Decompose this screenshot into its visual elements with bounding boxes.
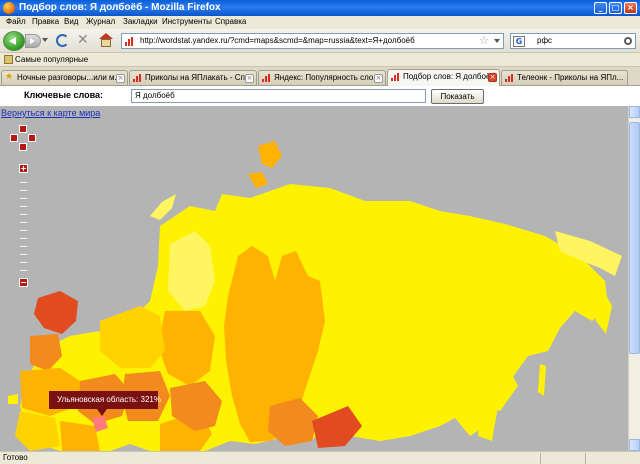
search-engine-icon[interactable]: G (513, 36, 525, 47)
menu-tools[interactable]: Инструменты (162, 17, 212, 26)
navigation-toolbar: ✕ http://wordstat.yandex.ru/?cmd=maps&sc… (0, 29, 640, 53)
home-icon[interactable] (99, 33, 113, 47)
firefox-icon (3, 2, 15, 14)
pan-right-icon[interactable] (28, 134, 36, 142)
show-button[interactable]: Показать (431, 89, 484, 104)
map-region-kaliningrad (8, 394, 18, 404)
yandex-stats-icon (505, 74, 514, 82)
address-bar[interactable]: http://wordstat.yandex.ru/?cmd=maps&scmd… (121, 33, 504, 49)
scroll-down-icon[interactable] (629, 439, 640, 451)
pan-up-icon[interactable] (19, 125, 27, 133)
tab-close-icon[interactable]: × (374, 74, 383, 83)
keywords-input[interactable]: Я долбоёб (131, 89, 426, 103)
tab-close-icon[interactable]: × (488, 73, 497, 82)
yandex-stats-icon (133, 74, 142, 82)
tab-4-active[interactable]: Подбор слов: Я долбоёб × (387, 69, 500, 86)
tab-close-icon[interactable]: × (245, 74, 254, 83)
forward-button[interactable] (25, 34, 41, 48)
tab-label: Приколы на ЯПлакать - Сп... (145, 73, 252, 82)
tab-strip: ★ Ночные разговоры...или м... × Приколы … (0, 67, 640, 86)
tab-5[interactable]: Телеонк - Приколы на ЯПл... (501, 70, 628, 85)
zoom-in-button[interactable]: + (19, 164, 28, 173)
maximize-button[interactable]: □ (609, 2, 622, 14)
vertical-scrollbar[interactable] (628, 106, 640, 451)
close-window-button[interactable]: × (624, 2, 637, 14)
bookmarks-toolbar: Самые популярные (0, 53, 640, 67)
back-to-world-map-link[interactable]: Вернуться к карте мира (1, 108, 100, 118)
region-tooltip: Ульяновская область: 321% (49, 391, 161, 416)
menu-edit[interactable]: Правка (32, 17, 59, 26)
status-bar: Готово (0, 451, 640, 464)
scroll-up-icon[interactable] (629, 106, 640, 118)
menu-bar: Файл Правка Вид Журнал Закладки Инструме… (0, 16, 640, 29)
map-region-primorye (478, 406, 498, 441)
tab-3[interactable]: Яндекс: Популярность сло... × (258, 70, 386, 85)
pan-left-icon[interactable] (10, 134, 18, 142)
menu-view[interactable]: Вид (64, 17, 78, 26)
minimize-button[interactable]: _ (594, 2, 607, 14)
status-divider (585, 453, 586, 464)
tab-label: Ночные разговоры...или м... (17, 73, 122, 82)
bookmark-most-popular[interactable]: Самые популярные (15, 55, 88, 64)
tab-label: Подбор слов: Я долбоёб (403, 72, 495, 81)
stop-icon[interactable]: ✕ (77, 33, 89, 47)
bookmark-star-icon[interactable]: ☆ (479, 35, 489, 47)
map-region-murmansk (34, 291, 78, 334)
menu-bookmarks[interactable]: Закладки (123, 17, 158, 26)
folder-icon (4, 55, 13, 64)
scroll-thumb[interactable] (629, 122, 640, 354)
search-box[interactable]: G рфс (510, 33, 636, 49)
map-region-novaya-zemlya (150, 194, 176, 220)
menu-history[interactable]: Журнал (86, 17, 115, 26)
history-dropdown-icon[interactable] (42, 38, 48, 42)
search-input-value[interactable]: рфс (537, 36, 552, 45)
tab-close-icon[interactable]: × (116, 74, 125, 83)
keywords-label: Ключевые слова: (24, 90, 104, 100)
zoom-slider-track[interactable] (20, 180, 27, 276)
star-icon: ★ (5, 72, 14, 82)
url-text: http://wordstat.yandex.ru/?cmd=maps&scmd… (140, 36, 415, 45)
keyword-form: Ключевые слова: Я долбоёб Показать (0, 86, 640, 106)
back-button[interactable] (3, 31, 25, 51)
window-title: Подбор слов: Я долбоёб - Mozilla Firefox (19, 2, 221, 13)
map-region-arctic-islands (248, 172, 268, 188)
tab-1[interactable]: ★ Ночные разговоры...или м... × (1, 70, 128, 85)
reload-icon[interactable] (56, 34, 69, 47)
menu-help[interactable]: Справка (215, 17, 246, 26)
site-favicon-icon (125, 37, 135, 46)
menu-file[interactable]: Файл (6, 17, 26, 26)
window-titlebar: Подбор слов: Я долбоёб - Mozilla Firefox… (0, 0, 640, 16)
zoom-out-button[interactable]: − (19, 278, 28, 287)
url-dropdown-icon[interactable] (494, 39, 500, 43)
tab-label: Яндекс: Популярность сло... (274, 73, 380, 82)
status-divider (540, 453, 541, 464)
pan-down-icon[interactable] (19, 143, 27, 151)
map-region-komi (100, 306, 165, 368)
yandex-stats-icon (391, 73, 400, 81)
search-icon[interactable] (624, 37, 632, 45)
yandex-stats-icon (262, 74, 271, 82)
tab-2[interactable]: Приколы на ЯПлакать - Сп... × (129, 70, 257, 85)
status-text: Готово (3, 453, 28, 462)
map-region-taymyr-islands (258, 141, 282, 168)
tab-label: Телеонк - Приколы на ЯПл... (517, 73, 624, 82)
map-region-sakhalin (538, 364, 546, 396)
